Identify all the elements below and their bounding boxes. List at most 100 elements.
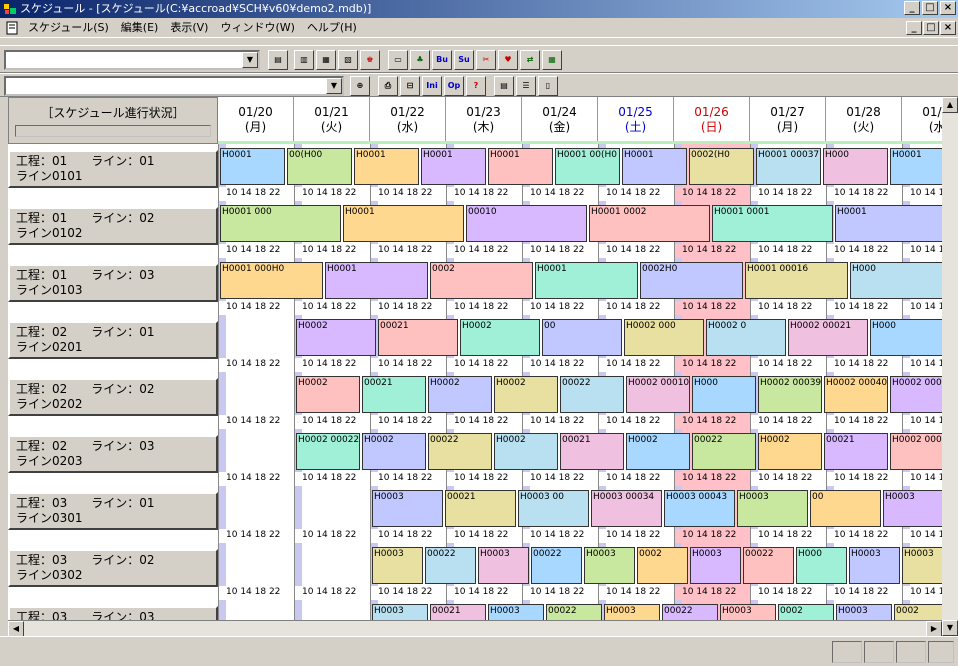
user-icon[interactable]: ♚ [360, 50, 380, 70]
task-bar[interactable]: 0002 [637, 547, 688, 584]
task-bar[interactable]: 0002(H0 [689, 148, 754, 185]
task-bar[interactable]: 00 [542, 319, 622, 356]
task-bar[interactable]: H0001 00(H0 [555, 148, 620, 185]
row-label[interactable]: 工程：02 ライン：02 ライン0202 [8, 378, 218, 416]
task-bar[interactable]: H0002 [494, 376, 558, 413]
task-bar[interactable]: H0001 00037 [756, 148, 821, 185]
mdi-restore-button[interactable]: □ [923, 21, 939, 35]
print-icon[interactable]: ⎙ [378, 76, 398, 96]
task-bar[interactable]: 00021 [445, 490, 516, 527]
menu-edit[interactable]: 編集(E) [115, 19, 165, 37]
layout1-icon[interactable]: ▤ [494, 76, 514, 96]
su-icon[interactable]: Su [454, 50, 474, 70]
ini-icon[interactable]: Ini [422, 76, 442, 96]
task-bar[interactable]: 00022 [560, 376, 624, 413]
chevron-down-icon[interactable]: ▼ [326, 78, 342, 94]
task-bar[interactable]: 00022 [425, 547, 476, 584]
chart2-icon[interactable]: ▦ [316, 50, 336, 70]
row-label[interactable]: 工程：01 ライン：02 ライン0102 [8, 207, 218, 245]
task-bar[interactable]: 0002 [430, 262, 533, 299]
task-bar[interactable]: H0001 0001 [712, 205, 833, 242]
task-bar[interactable]: H0002 [362, 433, 426, 470]
menu-schedule[interactable]: スケジュール(S) [22, 19, 115, 37]
task-bar[interactable]: H0002 00022 [296, 433, 360, 470]
open-icon[interactable]: ▤ [268, 50, 288, 70]
op-icon[interactable]: Op [444, 76, 464, 96]
scroll-up-icon[interactable]: ▲ [942, 97, 958, 113]
task-bar[interactable]: H0003 [849, 547, 900, 584]
task-bar[interactable]: H0002 00040 [824, 376, 888, 413]
task-bar[interactable]: H0002 000 [624, 319, 704, 356]
task-bar[interactable]: H0001 [421, 148, 486, 185]
layout2-icon[interactable]: ☰ [516, 76, 536, 96]
chevron-down-icon[interactable]: ▼ [242, 52, 258, 68]
task-bar[interactable]: 00022 [692, 433, 756, 470]
scroll-right-icon[interactable]: ▶ [926, 621, 942, 637]
task-bar[interactable]: 00010 [466, 205, 587, 242]
heart-icon[interactable]: ♥ [498, 50, 518, 70]
maximize-button[interactable]: □ [922, 1, 938, 15]
minimize-button[interactable]: _ [904, 1, 920, 15]
tree-icon[interactable]: ♣ [410, 50, 430, 70]
task-bar[interactable]: 00022 [428, 433, 492, 470]
task-bar[interactable]: H0003 [584, 547, 635, 584]
task-bar[interactable]: H0001 [835, 205, 956, 242]
binoculars-icon[interactable]: ⊕ [350, 76, 370, 96]
preview-icon[interactable]: ⊟ [400, 76, 420, 96]
task-bar[interactable]: H0001 000 [220, 205, 341, 242]
mdi-minimize-button[interactable]: _ [906, 21, 922, 35]
row-label[interactable]: 工程：03 ライン：02 ライン0302 [8, 549, 218, 587]
task-bar[interactable]: H0001 000H0 [220, 262, 323, 299]
row-label[interactable]: 工程：02 ライン：03 ライン0203 [8, 435, 218, 473]
task-bar[interactable]: H0003 [737, 490, 808, 527]
help-icon[interactable]: ? [466, 76, 486, 96]
task-bar[interactable]: 00021 [560, 433, 624, 470]
task-bar[interactable]: H0002 [296, 376, 360, 413]
vertical-scrollbar[interactable]: ▲ ▼ [942, 97, 958, 636]
task-bar[interactable]: H0001 [220, 148, 285, 185]
document-icon[interactable] [5, 21, 19, 35]
task-bar[interactable]: H0003 00034 [591, 490, 662, 527]
task-bar[interactable]: 00021 [378, 319, 458, 356]
task-bar[interactable]: H0002 [494, 433, 558, 470]
mdi-close-button[interactable]: × [940, 21, 956, 35]
task-bar[interactable]: H000 [823, 148, 888, 185]
doc-icon[interactable]: ▭ [388, 50, 408, 70]
row-label[interactable]: 工程：02 ライン：01 ライン0201 [8, 321, 218, 359]
row-label[interactable]: 工程：01 ライン：03 ライン0103 [8, 264, 218, 302]
task-bar[interactable]: H0002 [296, 319, 376, 356]
task-bar[interactable]: H0001 [354, 148, 419, 185]
task-bar[interactable]: H0001 [343, 205, 464, 242]
task-bar[interactable]: H000 [870, 319, 950, 356]
task-bar[interactable]: H0002 [428, 376, 492, 413]
task-bar[interactable]: H000 [850, 262, 953, 299]
scroll-down-icon[interactable]: ▼ [942, 620, 958, 636]
chart1-icon[interactable]: ▥ [294, 50, 314, 70]
task-bar[interactable]: H0003 [372, 547, 423, 584]
close-button[interactable]: × [940, 1, 956, 15]
menu-view[interactable]: 表示(V) [164, 19, 214, 37]
task-bar[interactable]: H0002 00039 [758, 376, 822, 413]
task-bar[interactable]: H0001 [325, 262, 428, 299]
schedule-combo[interactable]: ▼ [4, 50, 260, 70]
row-label[interactable]: 工程：03 ライン：01 ライン0301 [8, 492, 218, 530]
transfer-icon[interactable]: ⇄ [520, 50, 540, 70]
menu-help[interactable]: ヘルプ(H) [301, 19, 363, 37]
task-bar[interactable]: H0001 0002 [589, 205, 710, 242]
task-bar[interactable]: 00022 [743, 547, 794, 584]
task-bar[interactable]: H0002 [758, 433, 822, 470]
task-bar[interactable]: H000 [796, 547, 847, 584]
task-bar[interactable]: 00022 [531, 547, 582, 584]
task-bar[interactable]: 00(H00 [287, 148, 352, 185]
task-bar[interactable]: H000 [692, 376, 756, 413]
task-bar[interactable]: H0001 00016 [745, 262, 848, 299]
scroll-left-icon[interactable]: ◀ [8, 621, 24, 637]
menu-window[interactable]: ウィンドウ(W) [214, 19, 300, 37]
task-bar[interactable]: H0002 [626, 433, 690, 470]
task-bar[interactable]: H0001 [488, 148, 553, 185]
bu-icon[interactable]: Bu [432, 50, 452, 70]
row-label[interactable]: 工程：01 ライン：01 ライン0101 [8, 150, 218, 188]
task-bar[interactable]: H0003 00 [518, 490, 589, 527]
horizontal-scrollbar[interactable]: ◀ ▶ [8, 620, 942, 637]
task-bar[interactable]: H0002 0 [706, 319, 786, 356]
